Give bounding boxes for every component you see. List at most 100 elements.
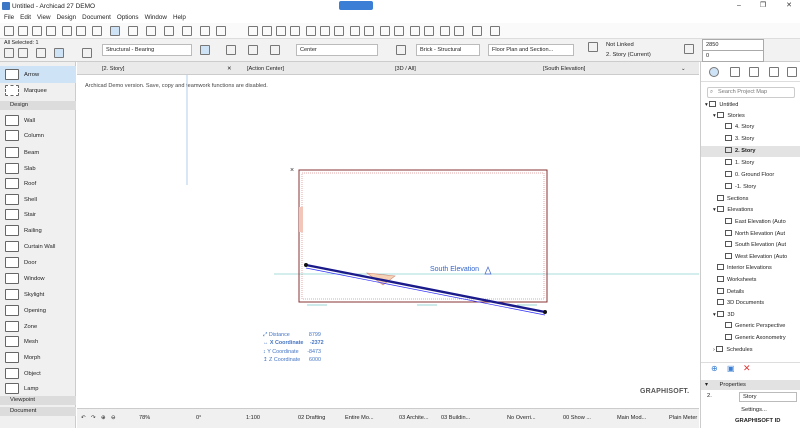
tool-curtain-wall[interactable]: Curtain Wall xyxy=(0,238,76,255)
tree-story-selected[interactable]: 2. Story xyxy=(701,146,800,157)
offset-input[interactable]: 0 xyxy=(702,50,764,62)
elevate-icon[interactable] xyxy=(334,26,344,36)
view-map-icon[interactable] xyxy=(730,67,740,77)
tree-elevation[interactable]: South Elevation (Aut xyxy=(701,240,800,251)
tab-3d-all[interactable]: [3D / All] xyxy=(395,64,416,74)
tool-column[interactable]: Column xyxy=(0,127,76,144)
tracker-value[interactable]: 8799 xyxy=(309,332,321,338)
dimension-standard[interactable]: Plain Meter xyxy=(669,413,701,424)
tool-skylight[interactable]: Skylight xyxy=(0,286,76,303)
tree-root[interactable]: ▾ Untitled xyxy=(701,100,800,111)
new-icon[interactable] xyxy=(4,26,14,36)
tool-arrow[interactable]: Arrow xyxy=(0,66,76,83)
tool-roof[interactable]: Roof xyxy=(0,175,76,192)
model-view-scope[interactable]: Entire Mo... xyxy=(345,413,381,424)
measure-icon[interactable] xyxy=(490,26,500,36)
property-name-input[interactable]: Story xyxy=(739,392,797,402)
clone-icon[interactable]: ▣ xyxy=(727,364,735,373)
tracker-value[interactable]: 6000 xyxy=(309,357,321,363)
trapezoid-wall-icon[interactable] xyxy=(248,45,258,55)
snap-icon[interactable] xyxy=(110,26,120,36)
geometry-icon[interactable] xyxy=(54,48,64,58)
tool-morph[interactable]: Morph xyxy=(0,349,76,366)
menu-view[interactable]: View xyxy=(37,14,51,21)
new-view-icon[interactable]: ⊕ xyxy=(711,364,718,373)
group-icon[interactable] xyxy=(380,26,390,36)
wall-type-icon[interactable] xyxy=(200,45,210,55)
layout-book-icon[interactable] xyxy=(749,67,759,77)
reference-line-dropdown[interactable]: Center xyxy=(296,44,378,56)
tree-story[interactable]: 0. Ground Floor xyxy=(701,170,800,181)
zoom-value[interactable]: 78% xyxy=(139,413,150,424)
tab-menu-icon[interactable]: ⌄ xyxy=(681,64,686,74)
tree-elevation[interactable]: East Elevation (Auto xyxy=(701,217,800,228)
layout-icon[interactable] xyxy=(146,26,156,36)
maximize-button[interactable]: ❐ xyxy=(758,1,768,11)
slanted-wall-icon[interactable] xyxy=(226,45,236,55)
tab-action-center[interactable]: [Action Center] xyxy=(247,64,284,74)
menu-options[interactable]: Options xyxy=(117,14,139,21)
tree-3d-documents[interactable]: 3D Documents xyxy=(701,298,800,309)
properties-header[interactable]: ▾ Properties xyxy=(701,380,800,390)
split-icon[interactable] xyxy=(248,26,258,36)
tracker-value[interactable]: -8473 xyxy=(307,349,321,355)
tab-close-icon[interactable]: ✕ xyxy=(227,64,232,74)
menu-edit[interactable]: Edit xyxy=(20,14,31,21)
height-icon[interactable] xyxy=(684,44,694,54)
document-section-header[interactable]: Document xyxy=(0,407,76,416)
bring-front-icon[interactable] xyxy=(440,26,450,36)
undo-view-icon[interactable]: ↶ xyxy=(81,413,86,424)
tool-window[interactable]: Window xyxy=(0,270,76,287)
tool-beam[interactable]: Beam xyxy=(0,144,76,161)
angle-value[interactable]: 0° xyxy=(196,413,201,424)
redo-view-icon[interactable]: ↷ xyxy=(91,413,96,424)
tool-mesh[interactable]: Mesh xyxy=(0,333,76,350)
tree-worksheets[interactable]: Worksheets xyxy=(701,275,800,286)
select-icon[interactable] xyxy=(4,48,14,58)
structure-dropdown[interactable]: Structural - Bearing xyxy=(102,44,192,56)
redo-icon[interactable] xyxy=(76,26,86,36)
rotate-icon[interactable] xyxy=(320,26,330,36)
model-view-options[interactable]: 03 Buildin... xyxy=(441,413,477,424)
drafting-icon[interactable] xyxy=(200,26,210,36)
reference-line-icon[interactable] xyxy=(36,48,46,58)
tree-elevations[interactable]: ▾ Elevations xyxy=(701,205,800,216)
print-icon[interactable] xyxy=(46,26,56,36)
tool-lamp[interactable]: Lamp xyxy=(0,380,76,397)
tree-3d-view[interactable]: Generic Axonometry xyxy=(701,333,800,344)
delete-icon[interactable]: ✕ xyxy=(743,363,751,374)
tree-interior-elevations[interactable]: Interior Elevations xyxy=(701,263,800,274)
menu-help[interactable]: Help xyxy=(173,14,186,21)
tool-marquee[interactable]: Marquee xyxy=(0,82,76,99)
offset-icon[interactable] xyxy=(290,26,300,36)
menu-design[interactable]: Design xyxy=(57,14,77,21)
menu-window[interactable]: Window xyxy=(145,14,167,21)
layers-icon[interactable] xyxy=(472,26,482,36)
tree-schedules[interactable]: › Schedules xyxy=(701,345,800,356)
notification-pill[interactable] xyxy=(339,1,373,10)
organizer-icon[interactable] xyxy=(787,67,797,77)
tool-railing[interactable]: Railing xyxy=(0,222,76,239)
tree-stories[interactable]: ▾ Stories xyxy=(701,111,800,122)
drawing-canvas[interactable]: Archicad Demo version. Save, copy and te… xyxy=(77,75,699,408)
tree-3d[interactable]: ▾ 3D xyxy=(701,310,800,321)
link-icon[interactable] xyxy=(588,42,598,52)
mirror-icon[interactable] xyxy=(306,26,316,36)
lock-icon[interactable] xyxy=(410,26,420,36)
floor-plan-dropdown[interactable]: Floor Plan and Section... xyxy=(488,44,574,56)
tool-door[interactable]: Door xyxy=(0,254,76,271)
zoom-out-icon[interactable]: ⊖ xyxy=(111,413,116,424)
pointer-icon[interactable] xyxy=(92,26,102,36)
render-icon[interactable] xyxy=(182,26,192,36)
distribute-icon[interactable] xyxy=(364,26,374,36)
structure-display[interactable]: Main Mod... xyxy=(617,413,653,424)
open-icon[interactable] xyxy=(18,26,28,36)
tracker-value[interactable]: -2372 xyxy=(310,340,324,346)
polygon-wall-icon[interactable] xyxy=(270,45,280,55)
minimize-button[interactable]: – xyxy=(734,1,744,11)
search-input[interactable]: ⌕ Search Project Map xyxy=(707,87,795,98)
layer-combination[interactable]: 02 Drafting xyxy=(298,413,338,424)
tree-details[interactable]: Details xyxy=(701,287,800,298)
tool-opening[interactable]: Opening xyxy=(0,302,76,319)
menu-document[interactable]: Document xyxy=(82,14,111,21)
